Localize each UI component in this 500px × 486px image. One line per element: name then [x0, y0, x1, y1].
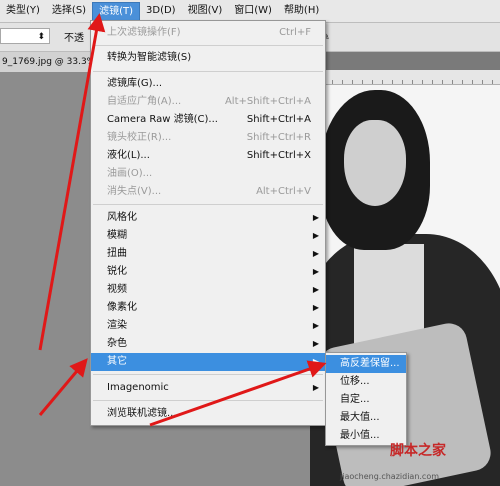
watermark-logo: 脚本之家 — [390, 443, 446, 459]
arrow-to-high-pass — [149, 360, 327, 427]
arrow-to-other-item — [38, 358, 88, 416]
arrow-to-filter-menu — [38, 13, 106, 351]
watermark-url: jiaocheng.chazidian.com — [340, 472, 440, 481]
annotation-arrows — [38, 13, 327, 427]
